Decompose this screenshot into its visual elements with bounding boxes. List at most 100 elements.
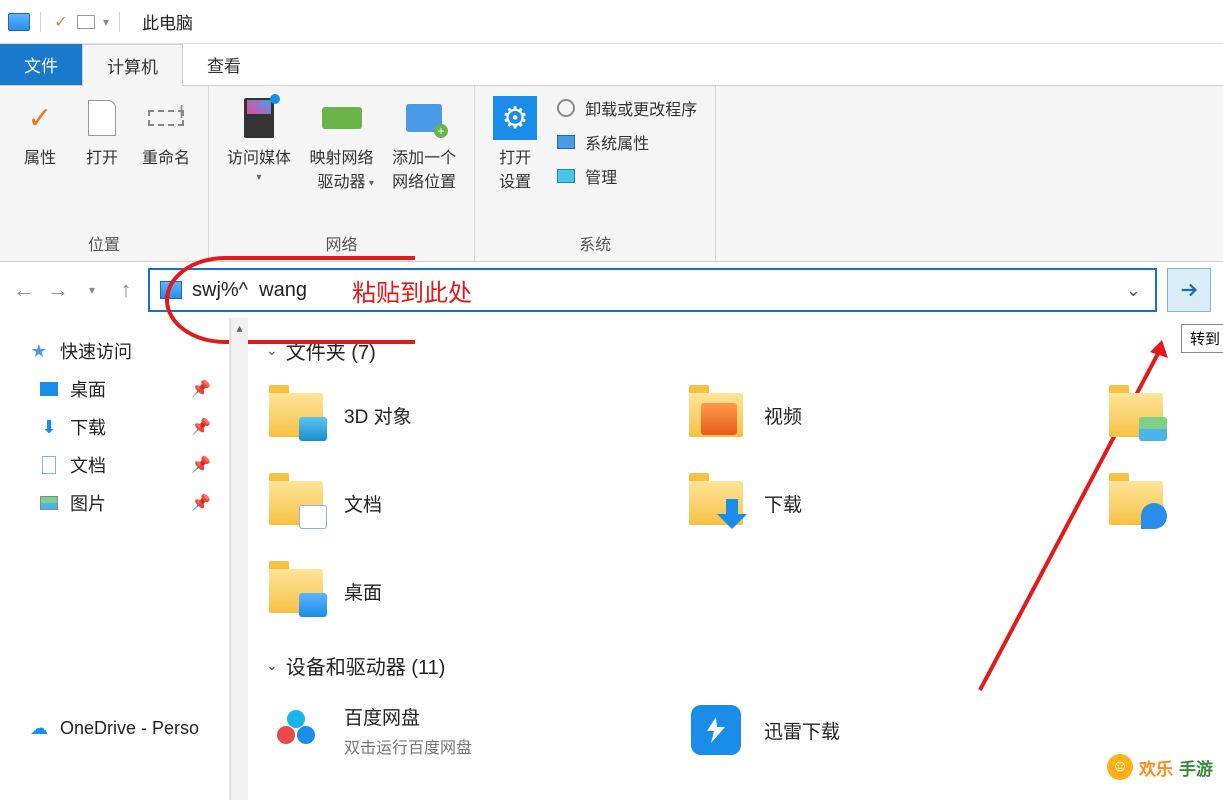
folder-icon (1106, 475, 1166, 531)
qat-document-icon[interactable] (77, 15, 95, 29)
monitor-icon (555, 131, 577, 153)
sidebar-quick-access[interactable]: ★ 快速访问 (0, 332, 229, 370)
sidebar-item-downloads[interactable]: ⬇ 下载 📌 (0, 408, 229, 446)
folder-documents[interactable]: 文档 (266, 467, 686, 555)
folder-label: 下载 (764, 490, 802, 517)
drive-sub: 双击运行百度网盘 (344, 734, 472, 758)
checkmark-icon: ✓ (18, 96, 62, 140)
onedrive-label: OneDrive - Perso (60, 718, 199, 739)
sidebar-item-desktop[interactable]: 桌面 📌 (0, 370, 229, 408)
document-icon (38, 455, 60, 475)
manage-label: 管理 (585, 164, 617, 188)
folders-header[interactable]: ⌄ 文件夹 (7) (266, 336, 1223, 365)
sidebar-label: 下载 (70, 414, 106, 440)
system-props-label: 系统属性 (585, 130, 649, 154)
tab-file[interactable]: 文件 (0, 44, 82, 85)
back-button[interactable]: ← (12, 278, 36, 302)
manage-button[interactable]: 管理 (551, 162, 701, 190)
rename-label: 重命名 (142, 144, 190, 168)
qat-dropdown-icon[interactable]: ▾ (103, 15, 109, 29)
history-dropdown-icon[interactable]: ▾ (80, 278, 104, 302)
cloud-icon: ☁ (28, 719, 50, 739)
go-button[interactable] (1167, 268, 1211, 312)
folder-music-partial[interactable] (1106, 467, 1206, 555)
nav-row: ← → ▾ ↑ 粘贴到此处 ⌄ (0, 262, 1223, 318)
watermark-text-b: 手游 (1179, 755, 1213, 780)
chevron-down-icon: ▾ (257, 172, 262, 183)
folder-icon (266, 387, 326, 443)
folder-label: 桌面 (344, 578, 382, 605)
annotation-text: 粘贴到此处 (352, 273, 472, 308)
address-dropdown-icon[interactable]: ⌄ (1112, 280, 1155, 301)
folder-3d-objects[interactable]: 3D 对象 (266, 379, 686, 467)
drive-name: 百度网盘 (344, 703, 472, 730)
rename-button[interactable]: I 重命名 (138, 94, 194, 170)
drive-name: 迅雷下载 (764, 717, 840, 744)
access-media-button[interactable]: 访问媒体 ▾ (223, 94, 295, 185)
sidebar-scrollbar[interactable]: ▴ (230, 318, 248, 800)
folder-label: 视频 (764, 402, 802, 429)
content-pane: ⌄ 文件夹 (7) 3D 对象 视频 文档 下载 桌面 ⌄ 设备和驱动器 (11… (248, 318, 1223, 800)
add-location-button[interactable]: + 添加一个 网络位置 (388, 94, 460, 194)
folder-desktop[interactable]: 桌面 (266, 555, 686, 643)
sidebar: ★ 快速访问 桌面 📌 ⬇ 下载 📌 文档 📌 图片 📌 ☁ OneDrive … (0, 318, 230, 800)
uninstall-button[interactable]: 卸载或更改程序 (551, 94, 701, 122)
folder-label: 3D 对象 (344, 402, 412, 429)
document-icon (80, 96, 124, 140)
media-label: 访问媒体 (227, 144, 291, 168)
folder-icon (686, 387, 746, 443)
arrow-right-icon (1178, 279, 1200, 301)
uninstall-label: 卸载或更改程序 (585, 96, 697, 120)
folder-label: 文档 (344, 490, 382, 517)
chevron-down-icon: ⌄ (266, 342, 278, 359)
open-settings-button[interactable]: ⚙ 打开 设置 (489, 94, 541, 194)
ribbon-group-network: 访问媒体 ▾ 映射网络 驱动器 ▾ + 添加一个 网络位置 网络 (209, 86, 475, 261)
forward-button[interactable]: → (46, 278, 70, 302)
map-drive-button[interactable]: 映射网络 驱动器 ▾ (305, 94, 378, 191)
map-drive-label: 映射网络 驱动器 (310, 144, 374, 192)
tab-computer[interactable]: 计算机 (82, 44, 183, 86)
watermark-text-a: 欢乐 (1139, 755, 1173, 780)
group-system-label: 系统 (489, 227, 701, 259)
window-title: 此电脑 (142, 9, 193, 34)
folder-videos[interactable]: 视频 (686, 379, 1106, 467)
folder-icon (686, 475, 746, 531)
pictures-icon (38, 493, 60, 513)
pc-icon (160, 281, 182, 299)
pin-icon: 📌 (191, 417, 211, 437)
open-button[interactable]: 打开 (76, 94, 128, 170)
drive-baidu[interactable]: 百度网盘双击运行百度网盘 (266, 694, 686, 782)
sidebar-item-documents[interactable]: 文档 📌 (0, 446, 229, 484)
drives-header[interactable]: ⌄ 设备和驱动器 (11) (266, 651, 1223, 680)
pc-icon (8, 13, 30, 31)
separator (40, 12, 41, 32)
folder-pictures-partial[interactable] (1106, 379, 1206, 467)
system-props-button[interactable]: 系统属性 (551, 128, 701, 156)
folders-grid: 3D 对象 视频 文档 下载 桌面 (266, 379, 1223, 643)
qat-checkmark-icon[interactable]: ✓ (51, 12, 71, 32)
address-input[interactable] (192, 270, 352, 310)
up-button[interactable]: ↑ (114, 278, 138, 302)
sidebar-item-pictures[interactable]: 图片 📌 (0, 484, 229, 522)
folder-icon (266, 563, 326, 619)
network-location-icon: + (402, 96, 446, 140)
quick-access-label: 快速访问 (60, 338, 132, 364)
tab-view[interactable]: 查看 (183, 44, 265, 85)
rename-icon: I (144, 96, 188, 140)
network-drive-icon (320, 96, 364, 140)
sidebar-label: 图片 (70, 490, 106, 516)
drive-xunlei[interactable]: 迅雷下载 (686, 694, 1106, 782)
group-location-label: 位置 (14, 227, 194, 259)
sidebar-onedrive[interactable]: ☁ OneDrive - Perso (0, 712, 229, 745)
address-bar[interactable]: 粘贴到此处 ⌄ (148, 268, 1157, 312)
folder-downloads[interactable]: 下载 (686, 467, 1106, 555)
properties-button[interactable]: ✓ 属性 (14, 94, 66, 170)
open-settings-label: 打开 设置 (499, 144, 531, 192)
drives-grid: 百度网盘双击运行百度网盘 迅雷下载 (266, 694, 1223, 782)
properties-label: 属性 (24, 144, 56, 168)
titlebar: ✓ ▾ 此电脑 (0, 0, 1223, 44)
ribbon: ✓ 属性 打开 I 重命名 位置 访问媒体 ▾ 映射网络 驱动器 (0, 86, 1223, 262)
chevron-down-icon: ⌄ (266, 657, 278, 674)
desktop-icon (38, 379, 60, 399)
pin-icon: 📌 (191, 493, 211, 513)
